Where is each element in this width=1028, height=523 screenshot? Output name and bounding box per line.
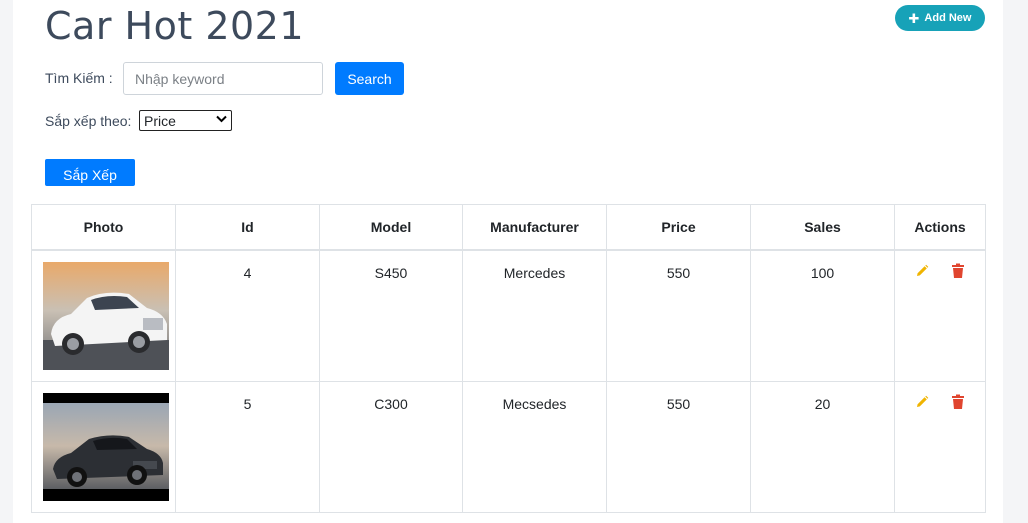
add-new-button[interactable]: ✚ Add New bbox=[895, 5, 985, 31]
pencil-icon[interactable] bbox=[915, 263, 929, 279]
search-label: Tìm Kiếm : bbox=[45, 70, 113, 86]
cell-model: S450 bbox=[374, 265, 408, 281]
cell-model: C300 bbox=[374, 396, 408, 412]
sort-button[interactable]: Sắp Xếp bbox=[45, 159, 135, 186]
cars-table: Photo Id Model Manufacturer Price Sales … bbox=[31, 204, 986, 513]
table-header-row: Photo Id Model Manufacturer Price Sales … bbox=[31, 204, 986, 251]
table-row: 5 C300 Mecsedes 550 20 bbox=[31, 381, 986, 513]
sort-label: Sắp xếp theo: bbox=[45, 113, 132, 129]
column-header-model: Model bbox=[319, 204, 463, 251]
pencil-icon[interactable] bbox=[915, 394, 929, 410]
white-sedan-photo bbox=[43, 262, 169, 370]
column-header-actions: Actions bbox=[894, 204, 986, 251]
dark-coupe-photo bbox=[43, 393, 169, 501]
trash-icon[interactable] bbox=[951, 263, 965, 279]
chevron-down-icon bbox=[216, 115, 227, 126]
search-button[interactable]: Search bbox=[335, 62, 404, 95]
row-actions bbox=[895, 251, 985, 279]
row-actions bbox=[895, 382, 985, 410]
search-input[interactable] bbox=[123, 62, 323, 95]
column-header-sales: Sales bbox=[750, 204, 895, 251]
cell-price: 550 bbox=[666, 265, 691, 281]
cell-sales: 100 bbox=[810, 265, 835, 281]
cell-manufacturer: Mercedes bbox=[503, 265, 566, 281]
column-header-photo: Photo bbox=[31, 204, 176, 251]
cell-id: 5 bbox=[243, 396, 252, 412]
sort-select[interactable]: Price bbox=[139, 110, 232, 131]
sort-selected-value: Price bbox=[144, 112, 176, 129]
column-header-id: Id bbox=[175, 204, 320, 251]
table-row: 4 S450 Mercedes 550 100 bbox=[31, 249, 986, 382]
page-title: Car Hot 2021 bbox=[45, 4, 305, 48]
plus-icon: ✚ bbox=[908, 10, 920, 26]
trash-icon[interactable] bbox=[951, 394, 965, 410]
cell-sales: 20 bbox=[814, 396, 831, 412]
cell-manufacturer: Mecsedes bbox=[502, 396, 567, 412]
column-header-manufacturer: Manufacturer bbox=[462, 204, 607, 251]
column-header-price: Price bbox=[606, 204, 751, 251]
cell-id: 4 bbox=[243, 265, 252, 281]
add-new-label: Add New bbox=[924, 12, 972, 24]
cell-price: 550 bbox=[666, 396, 691, 412]
